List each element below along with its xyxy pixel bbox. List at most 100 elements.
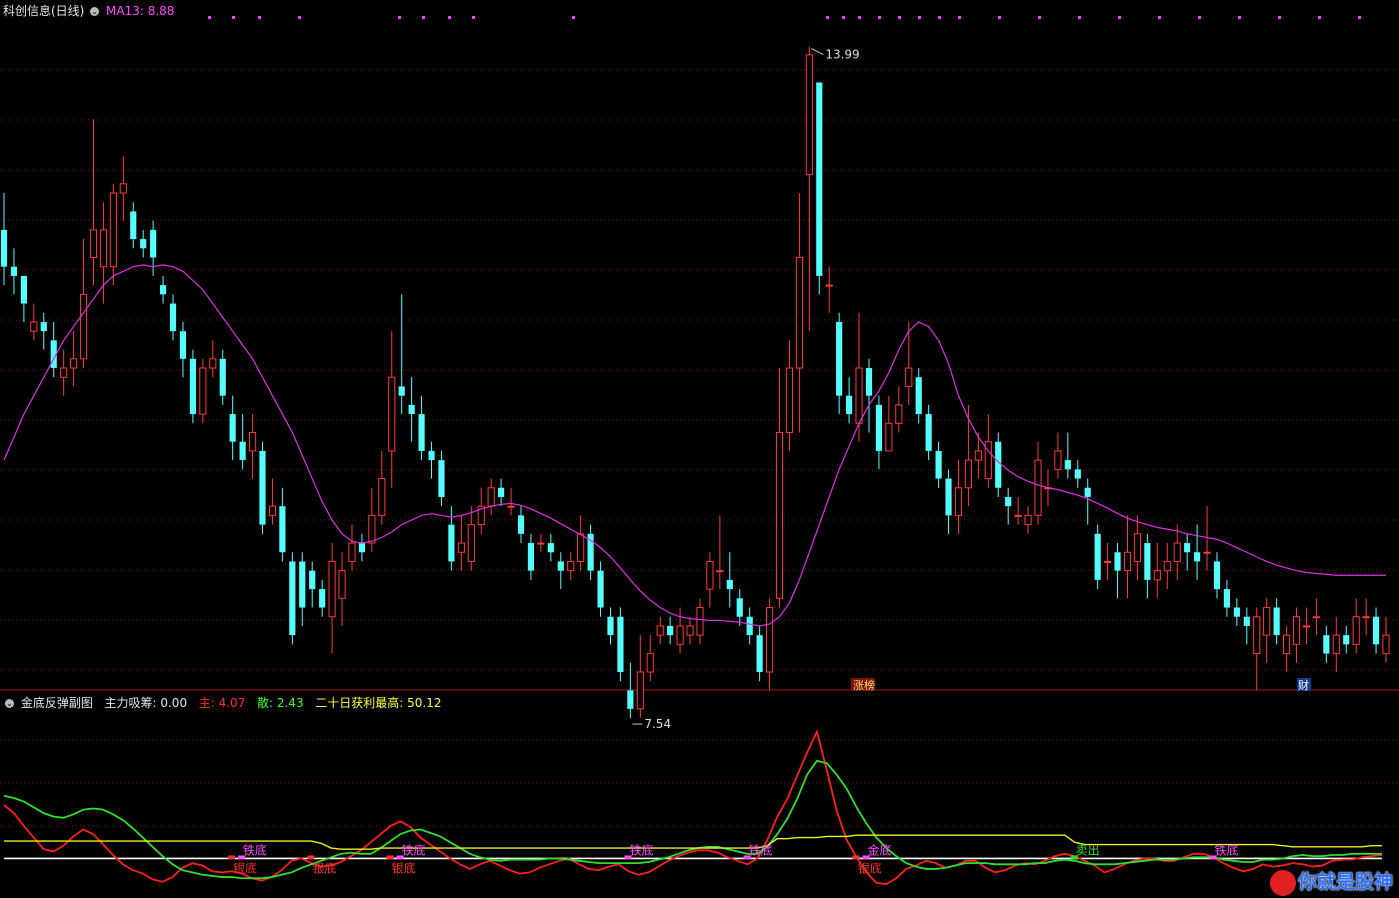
candle-body xyxy=(686,625,694,636)
logo-icon xyxy=(1269,870,1296,896)
marker-block xyxy=(307,855,315,860)
signal-label: 金底 xyxy=(867,842,891,857)
candle-body xyxy=(487,487,495,507)
candle-body xyxy=(1024,514,1032,526)
candle-body xyxy=(1332,634,1340,655)
candle-body xyxy=(1034,459,1042,516)
candle-body xyxy=(1084,487,1091,497)
candle-body xyxy=(846,395,853,415)
candle-body xyxy=(1323,635,1330,654)
marker-block xyxy=(386,855,394,860)
candle-body xyxy=(428,450,435,461)
signal-dot xyxy=(918,16,921,19)
candle-body xyxy=(1302,625,1311,628)
candle-body xyxy=(109,192,117,268)
signal-dot xyxy=(398,16,401,19)
price-header: 科创信息(日线) ⌄ MA13: 8.88 xyxy=(3,2,174,19)
indicator-name: 金底反弹副图 xyxy=(20,696,93,710)
candle-body xyxy=(736,598,743,617)
candle-body xyxy=(1184,543,1191,553)
san-label: 散: xyxy=(256,696,274,710)
indicator-pane[interactable]: 铁底银底银底银底铁底铁底铁底金底银底卖出铁底铁底铁底 xyxy=(3,729,1399,885)
candle-body xyxy=(338,570,346,599)
candle-body xyxy=(1382,634,1390,655)
candle-body xyxy=(438,460,445,497)
candle-body xyxy=(388,376,396,452)
signal-dot xyxy=(258,16,261,19)
candle-body xyxy=(89,229,98,258)
zhangting-badge: 涨榜 xyxy=(853,678,875,692)
candle-body xyxy=(517,515,525,534)
signal-dot xyxy=(208,16,211,19)
signal-dot xyxy=(1118,16,1121,19)
candle-body xyxy=(885,422,893,452)
signal-dot xyxy=(1278,16,1281,19)
candle-body xyxy=(895,404,903,424)
candle-body xyxy=(1362,616,1370,619)
candle-body xyxy=(667,625,674,636)
signal-dot xyxy=(898,16,901,19)
signal-dot xyxy=(998,16,1001,19)
candle-body xyxy=(20,275,27,304)
candle-body xyxy=(1343,635,1350,645)
stock-title: 科创信息(日线) xyxy=(3,4,85,18)
candle-body xyxy=(299,561,306,608)
candle-body xyxy=(646,653,654,673)
candle-body xyxy=(1292,616,1301,645)
signal-label: 铁底 xyxy=(630,842,654,857)
marker-block xyxy=(852,855,860,860)
candle-body xyxy=(0,229,8,267)
candle-body xyxy=(119,183,127,194)
candle-body xyxy=(309,570,316,590)
candle-body xyxy=(756,635,763,672)
candle-body xyxy=(1153,570,1161,581)
signal-dot xyxy=(1358,16,1361,19)
signal-label: 银底 xyxy=(858,860,882,875)
candle-body xyxy=(1352,616,1360,645)
main-grid xyxy=(0,16,1399,691)
candle-body xyxy=(229,414,236,442)
signal-label: 铁底 xyxy=(1214,842,1238,857)
candle-body xyxy=(219,358,226,396)
profit-max-line xyxy=(4,834,1382,850)
signal-label: 银底 xyxy=(392,860,416,875)
candle-body xyxy=(169,303,177,332)
candle-body xyxy=(775,432,784,599)
signal-dot xyxy=(858,16,861,19)
signal-dot xyxy=(1158,16,1161,19)
candle-body xyxy=(795,256,803,369)
candle-body xyxy=(1104,560,1112,563)
candle-body xyxy=(527,543,535,571)
candle-body xyxy=(159,285,167,295)
watermark-text: 你就是股神 xyxy=(1297,872,1393,894)
signal-dot xyxy=(842,16,845,19)
zhu-line xyxy=(3,729,1383,885)
zhu-label: 主: xyxy=(198,696,215,710)
chart-canvas[interactable]: 13.997.54涨榜财 铁底银底银底银底铁底铁底铁底金底银底卖出铁底铁底铁底 xyxy=(0,0,1399,898)
collapse-icon[interactable]: ⌄ xyxy=(5,699,14,708)
marker-block xyxy=(228,855,236,860)
ma13-label: MA13: 8.88 xyxy=(106,4,175,18)
candle-body xyxy=(348,542,356,562)
candle-body xyxy=(368,514,376,544)
candle-body xyxy=(1273,607,1280,636)
candle-body xyxy=(1263,607,1271,636)
sub-grid xyxy=(0,739,1399,827)
price-pane[interactable]: 13.99 7.54 涨榜 财 xyxy=(0,46,1390,732)
signal-label: 铁底 xyxy=(749,842,773,857)
signal-dot xyxy=(958,16,961,19)
candle-body xyxy=(328,560,336,618)
candle-body xyxy=(99,229,108,268)
indicator-header: ⌄ 金底反弹副图 主力吸筹: 0.00 主: 4.07 散: 2.43 二十日获… xyxy=(3,694,441,711)
signal-dot xyxy=(1038,16,1041,19)
collapse-icon[interactable]: ⌄ xyxy=(90,7,100,16)
candle-body xyxy=(1223,589,1231,608)
candle-body xyxy=(825,284,833,287)
zl-label: 主力吸筹: 0.00 xyxy=(104,696,188,710)
max-value: 50.12 xyxy=(407,696,442,710)
candle-body xyxy=(319,589,326,608)
candle-body xyxy=(209,358,217,369)
candle-body xyxy=(537,542,545,545)
high-price-label: 13.99 xyxy=(825,48,859,62)
signal-dot xyxy=(472,16,475,19)
